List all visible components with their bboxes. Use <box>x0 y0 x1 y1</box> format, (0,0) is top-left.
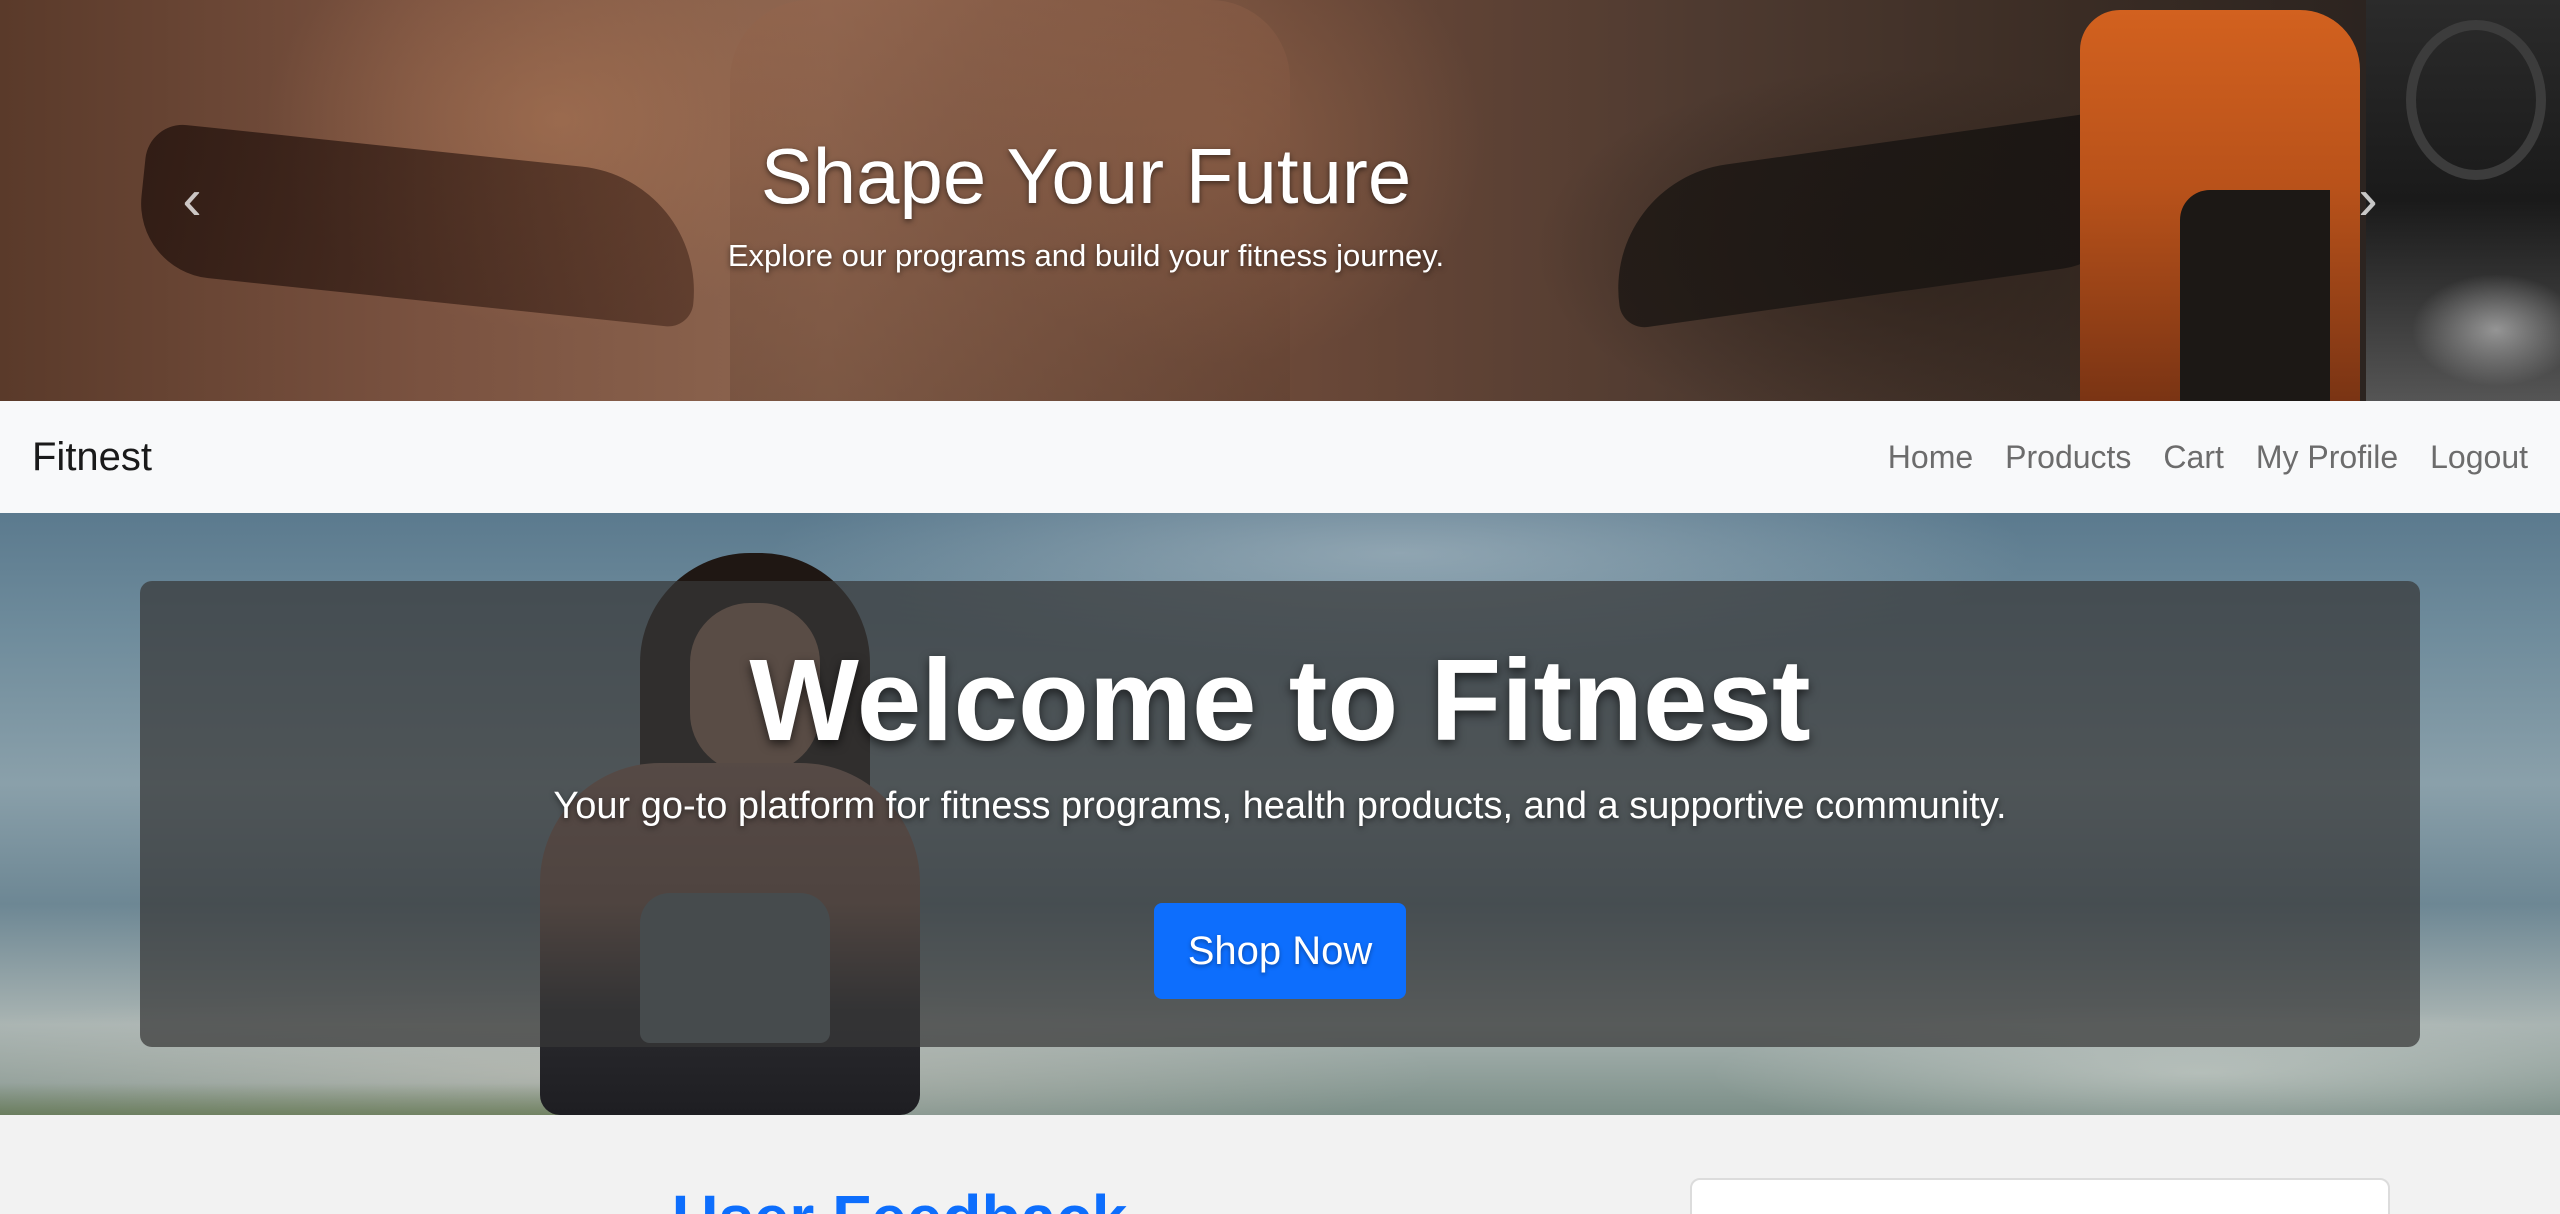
nav-link-cart[interactable]: Cart <box>2147 439 2239 476</box>
hero-carousel: Shape Your Future Explore our programs a… <box>0 0 2560 401</box>
feedback-side-card <box>1690 1178 2390 1214</box>
main-navbar: Fitnest Home Products Cart My Profile Lo… <box>0 401 2560 513</box>
chevron-right-icon: › <box>2358 167 2378 232</box>
carousel-title: Shape Your Future <box>760 132 1412 220</box>
carousel-prev-button[interactable]: ‹ <box>162 170 222 230</box>
feedback-section: User Feedback <box>0 1115 2560 1214</box>
hero-subtitle: Your go-to platform for fitness programs… <box>553 785 2007 827</box>
carousel-figure-arm-right <box>1602 109 2138 331</box>
carousel-subtitle: Explore our programs and build your fitn… <box>727 238 1445 273</box>
carousel-figure-sleeve <box>2180 190 2330 401</box>
hero-title: Welcome to Fitnest <box>749 635 1811 765</box>
chevron-left-icon: ‹ <box>182 167 202 232</box>
shop-now-button[interactable]: Shop Now <box>1153 903 1407 999</box>
feedback-title: User Feedback <box>672 1181 1127 1214</box>
carousel-caption: Shape Your Future Explore our programs a… <box>586 128 1586 276</box>
hero-card: Welcome to Fitnest Your go-to platform f… <box>140 581 2420 1047</box>
carousel-next-button[interactable]: › <box>2338 170 2398 230</box>
navbar-brand[interactable]: Fitnest <box>32 435 152 480</box>
nav-link-logout[interactable]: Logout <box>2414 439 2528 476</box>
nav-link-products[interactable]: Products <box>1989 439 2147 476</box>
navbar-links: Home Products Cart My Profile Logout <box>1872 439 2528 476</box>
nav-link-home[interactable]: Home <box>1872 439 1989 476</box>
nav-link-my-profile[interactable]: My Profile <box>2240 439 2414 476</box>
hero-section: Welcome to Fitnest Your go-to platform f… <box>0 513 2560 1115</box>
